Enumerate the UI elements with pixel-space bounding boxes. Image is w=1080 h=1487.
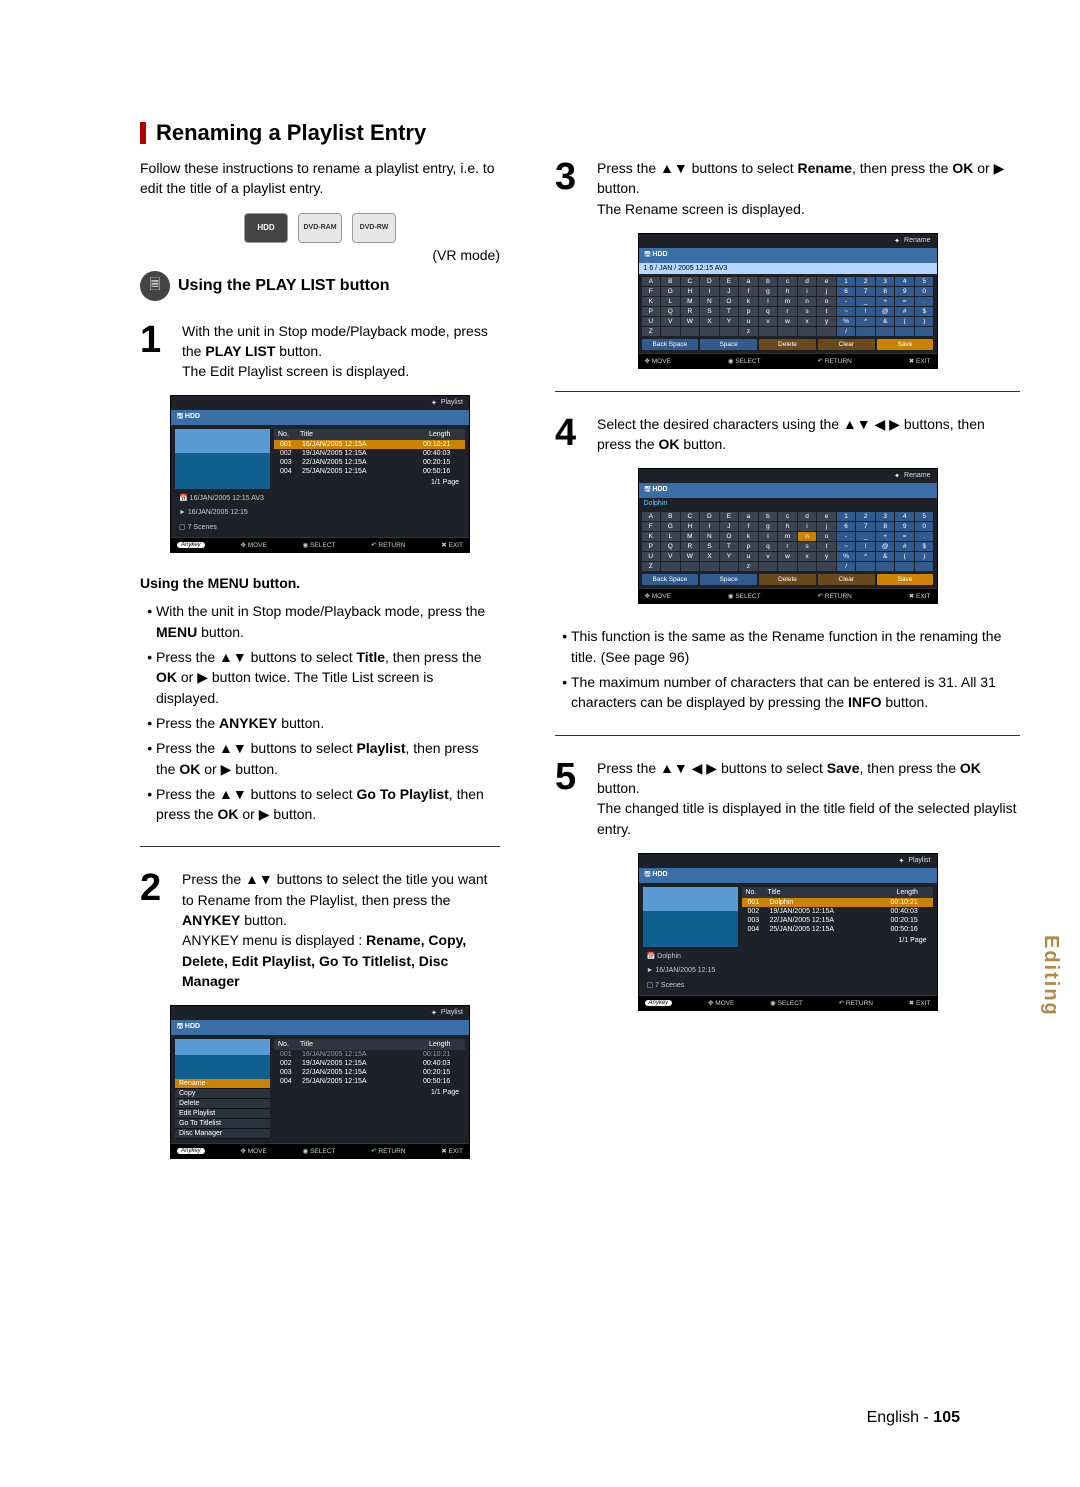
remote-icon: 🗏: [140, 271, 170, 301]
column-right: 3 Press the ▲▼ buttons to select Rename,…: [555, 158, 1020, 1181]
anykey-item-rename: Rename: [175, 1079, 270, 1089]
video-thumbnail: [643, 887, 738, 947]
step-body: With the unit in Stop mode/Playback mode…: [182, 321, 500, 382]
dvd-rw-icon: DVD-RW: [352, 213, 396, 243]
screen-title: Playlist: [171, 396, 469, 410]
step-1: 1 With the unit in Stop mode/Playback mo…: [140, 321, 500, 382]
playlist-row: 001Dolphin00:10:21: [742, 898, 933, 907]
playlist-screen-3: Playlist 🖫 HDD 📅 Dolphin ► 16/JAN/2005 1…: [638, 853, 938, 1011]
hdd-tab-icon: 🖫: [645, 251, 651, 258]
playlist-row: 00219/JAN/2005 12:15A00:40:03: [274, 1059, 465, 1068]
playlist-row: 00322/JAN/2005 12:15A00:20:15: [274, 458, 465, 467]
disc-icon-row: HDD DVD-RAM DVD-RW: [140, 213, 500, 243]
screen-footer: Anykey ✥ MOVE ◉ SELECT ↶ RETURN ✖ EXIT: [171, 537, 469, 552]
rename-text-field: 1 6 / JAN / 2005 12:15 AV3: [639, 263, 937, 274]
page-footer: English - 105: [867, 1409, 960, 1427]
subheading-row: 🗏 Using the PLAY LIST button: [140, 271, 500, 301]
hdd-tab-icon: 🖫: [645, 486, 651, 493]
accent-bar-icon: [140, 122, 146, 144]
playlist-row: 00322/JAN/2005 12:15A00:20:15: [742, 916, 933, 925]
rename-notes: This function is the same as the Rename …: [555, 626, 1020, 712]
step-5: 5 Press the ▲▼ ◀ ▶ buttons to select Sav…: [555, 758, 1020, 839]
anykey-item-delete: Delete: [175, 1099, 270, 1109]
meta-scenes: ▢ 7 Scenes: [175, 521, 270, 533]
hdd-tab-icon: 🖫: [177, 1023, 183, 1030]
rename-text-field: Dolphin: [639, 498, 937, 509]
separator: [555, 735, 1020, 736]
anykey-item-disc-manager: Disc Manager: [175, 1129, 270, 1139]
anykey-item-edit-playlist: Edit Playlist: [175, 1109, 270, 1119]
playlist-row: 00322/JAN/2005 12:15A00:20:15: [274, 1068, 465, 1077]
meta-1: 📅 16/JAN/2005 12:15 AV3: [175, 492, 270, 504]
playlist-row: 00219/JAN/2005 12:15A00:40:03: [742, 907, 933, 916]
separator: [555, 391, 1020, 392]
step-4: 4 Select the desired characters using th…: [555, 414, 1020, 455]
rename-screen-1: Rename 🖫 HDD 1 6 / JAN / 2005 12:15 AV3 …: [638, 233, 938, 369]
playlist-row: 00425/JAN/2005 12:15A00:50:16: [274, 1077, 465, 1086]
video-thumbnail: [175, 429, 270, 489]
section-heading: Renaming a Playlist Entry: [140, 120, 1020, 146]
playlist-row: 00219/JAN/2005 12:15A00:40:03: [274, 449, 465, 458]
on-screen-keyboard: ABCDEabcde12345FGHIJfghij67890KLMNOklmno…: [639, 274, 937, 339]
column-left: Follow these instructions to rename a pl…: [140, 158, 500, 1181]
playlist-row: 00116/JAN/2005 12:15A00:10:21: [274, 440, 465, 449]
step-2: 2 Press the ▲▼ buttons to select the tit…: [140, 869, 500, 991]
on-screen-keyboard: ABCDEabcde12345FGHIJfghij67890KLMNOklmno…: [639, 509, 937, 574]
side-tab-editing: Editing: [1039, 935, 1080, 1017]
meta-2: ► 16/JAN/2005 12:15: [175, 507, 270, 518]
anykey-menu: Rename Copy Delete Edit Playlist Go To T…: [175, 1079, 270, 1139]
hdd-tab-icon: 🖫: [177, 413, 183, 420]
intro-text: Follow these instructions to rename a pl…: [140, 158, 500, 199]
step-number: 1: [140, 321, 170, 382]
rename-screen-2: Rename 🖫 HDD Dolphin ABCDEabcde12345FGHI…: [638, 468, 938, 604]
section-title: Renaming a Playlist Entry: [156, 120, 426, 146]
step-3: 3 Press the ▲▼ buttons to select Rename,…: [555, 158, 1020, 219]
dvd-ram-icon: DVD-RAM: [298, 213, 342, 243]
playlist-screen-2: Playlist 🖫 HDD Rename Copy Delete Edit P…: [170, 1005, 470, 1159]
playlist-row: 00116/JAN/2005 12:15A00:10:21: [274, 1050, 465, 1059]
separator: [140, 846, 500, 847]
playlist-row: 00425/JAN/2005 12:15A00:50:16: [742, 925, 933, 934]
menu-button-heading: Using the MENU button.: [140, 575, 300, 591]
vr-mode-label: (VR mode): [140, 247, 500, 263]
subheading: Using the PLAY LIST button: [178, 277, 390, 295]
keyboard-action-row: Back Space Space Delete Clear Save: [639, 339, 937, 353]
hdd-icon: HDD: [244, 213, 288, 243]
anykey-item-copy: Copy: [175, 1089, 270, 1099]
playlist-row: 00425/JAN/2005 12:15A00:50:16: [274, 467, 465, 476]
playlist-screen-1: Playlist 🖫 HDD 📅 16/JAN/2005 12:15 AV3 ►…: [170, 395, 470, 553]
video-thumbnail: [175, 1039, 270, 1079]
anykey-item-go-to-titlelist: Go To Titlelist: [175, 1119, 270, 1129]
menu-button-instructions: With the unit in Stop mode/Playback mode…: [140, 601, 500, 824]
hdd-tab-icon: 🖫: [645, 871, 651, 878]
